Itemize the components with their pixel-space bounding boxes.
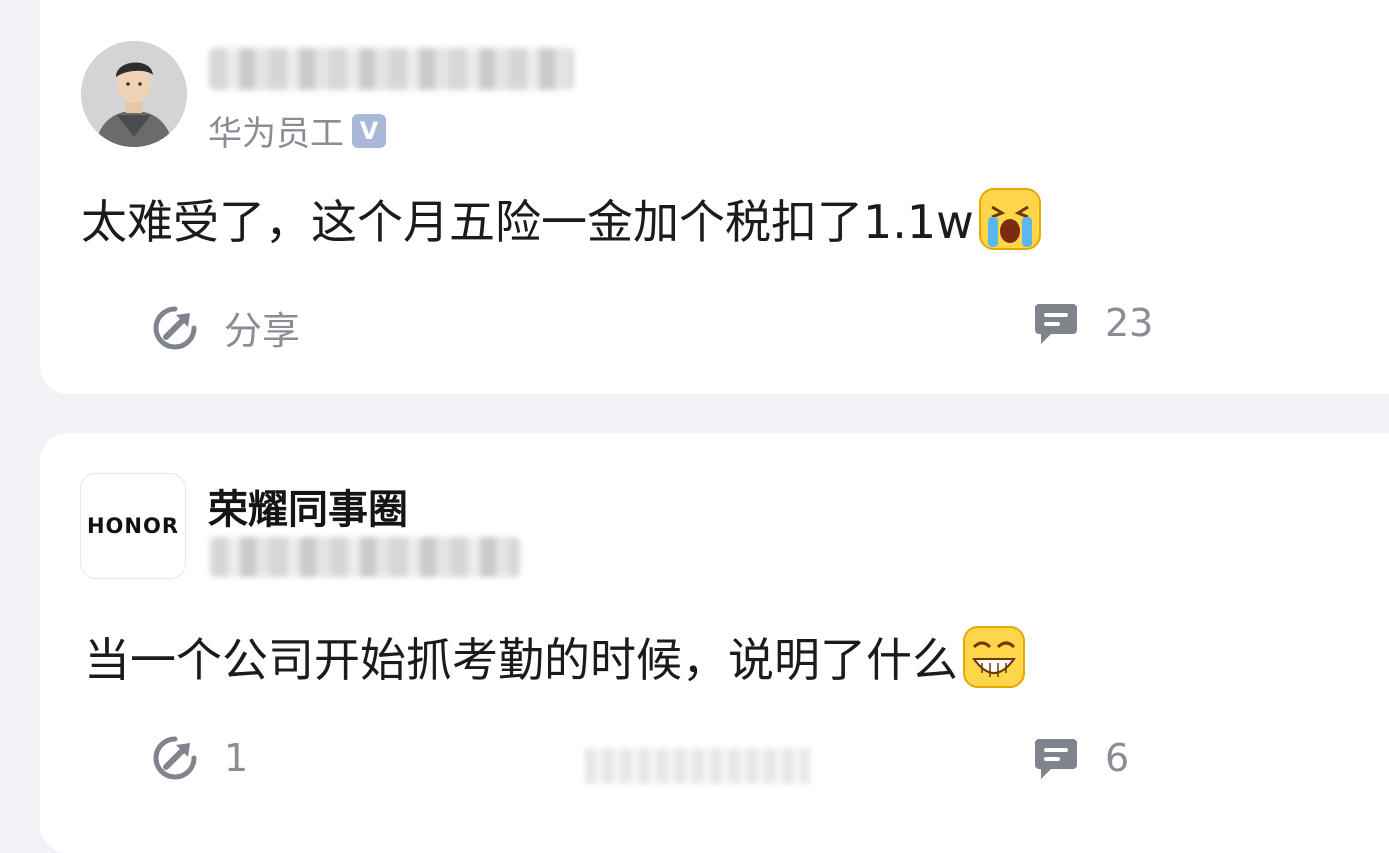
post-content[interactable]: 当一个公司开始抓考勤的时候，说明了什么 — [84, 624, 1026, 690]
post-card[interactable]: HONOR 荣耀同事圈 当一个公司开始抓考勤的时候，说明了什么 1 6 — [40, 433, 1389, 853]
comment-count: 6 — [1105, 736, 1130, 780]
comment-button[interactable]: 23 — [1033, 300, 1153, 346]
post-card[interactable]: 华为员工 V 太难受了，这个月五险一金加个税扣了1.1w 分享 23 — [40, 0, 1389, 394]
verified-badge-icon: V — [352, 113, 386, 148]
share-label: 分享 — [224, 309, 301, 353]
avatar[interactable] — [81, 41, 187, 147]
comment-count: 23 — [1105, 301, 1154, 345]
person-avatar-icon — [81, 41, 187, 147]
comment-icon — [1035, 304, 1077, 344]
comment-icon — [1035, 739, 1077, 779]
share-button[interactable]: 分享 — [152, 300, 300, 355]
post-content[interactable]: 太难受了，这个月五险一金加个税扣了1.1w — [81, 186, 1042, 252]
post-text: 当一个公司开始抓考勤的时候，说明了什么 — [84, 633, 958, 687]
post-text: 太难受了，这个月五险一金加个税扣了1.1w — [81, 195, 974, 249]
blurred-username — [210, 537, 520, 577]
honor-logo[interactable]: HONOR — [80, 473, 186, 579]
author-subtitle: 华为员工 V — [208, 106, 386, 155]
comment-button[interactable]: 6 — [1033, 735, 1129, 781]
share-icon — [153, 736, 197, 780]
grinning-face-icon — [963, 626, 1025, 688]
group-name[interactable]: 荣耀同事圈 — [208, 477, 408, 535]
share-icon — [153, 306, 197, 349]
share-count: 1 — [224, 736, 249, 780]
author-company: 华为员工 — [208, 114, 344, 154]
watermark — [585, 748, 810, 784]
share-button[interactable]: 1 — [152, 735, 248, 781]
crying-face-icon — [978, 188, 1041, 250]
blurred-username — [209, 48, 574, 90]
